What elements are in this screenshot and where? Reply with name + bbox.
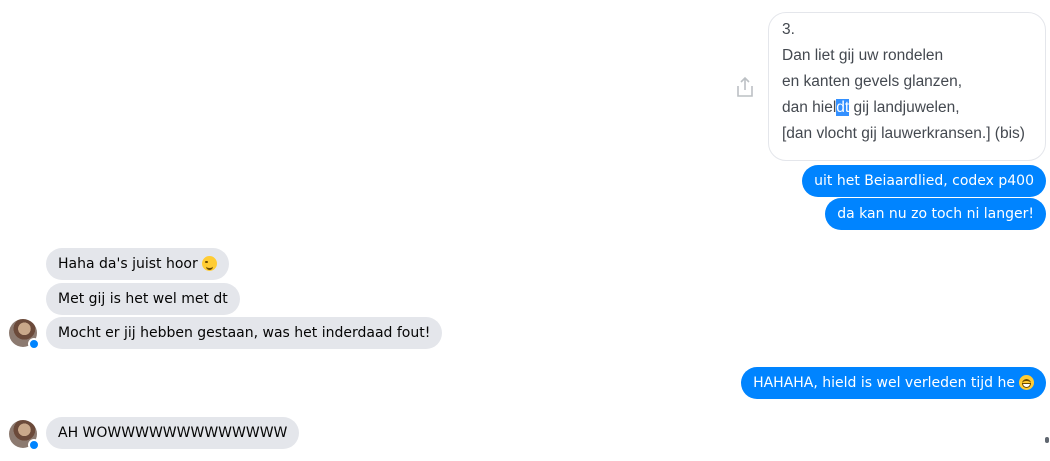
scrollbar-handle[interactable] <box>1045 437 1049 443</box>
quote-line: en kanten gevels glanzen, <box>782 73 963 90</box>
quote-line-start: dan hiel <box>782 99 837 116</box>
quote-line-end: gij landjuwelen, <box>849 99 960 116</box>
quote-line: Dan liet gij uw rondelen <box>782 47 944 64</box>
outgoing-message[interactable]: uit het Beiaardlied, codex p400 <box>802 165 1046 197</box>
message-text: HAHAHA, hield is wel verleden tijd he <box>753 375 1015 391</box>
quote-line: [dan vlocht gij lauwerkransen.] (bis) <box>782 125 1025 142</box>
smiling-face-emoji-icon <box>201 256 217 271</box>
incoming-message[interactable]: AH WOWWWWWWWWWWWWW <box>46 417 300 449</box>
avatar[interactable] <box>9 420 40 451</box>
avatar[interactable] <box>9 319 40 350</box>
quote-line: dan hieldt gij landjuwelen, <box>782 95 1045 121</box>
incoming-message[interactable]: Met gij is het wel met dt <box>46 283 240 315</box>
quote-line: 3. <box>782 21 795 38</box>
quoted-lyric-message[interactable]: 3. Dan liet gij uw rondelen en kanten ge… <box>768 12 1046 161</box>
share-icon[interactable] <box>735 76 755 98</box>
incoming-message[interactable]: Haha da's juist hoor <box>46 248 229 280</box>
message-text: Haha da's juist hoor <box>58 256 198 272</box>
messenger-badge-icon <box>28 439 40 451</box>
outgoing-message[interactable]: da kan nu zo toch ni langer! <box>825 198 1046 230</box>
selected-text[interactable]: dt <box>836 99 850 116</box>
messenger-badge-icon <box>28 338 40 350</box>
incoming-message[interactable]: Mocht er jij hebben gestaan, was het ind… <box>46 317 443 349</box>
outgoing-message[interactable]: HAHAHA, hield is wel verleden tijd he <box>741 367 1046 399</box>
laughing-face-emoji-icon <box>1019 375 1034 390</box>
